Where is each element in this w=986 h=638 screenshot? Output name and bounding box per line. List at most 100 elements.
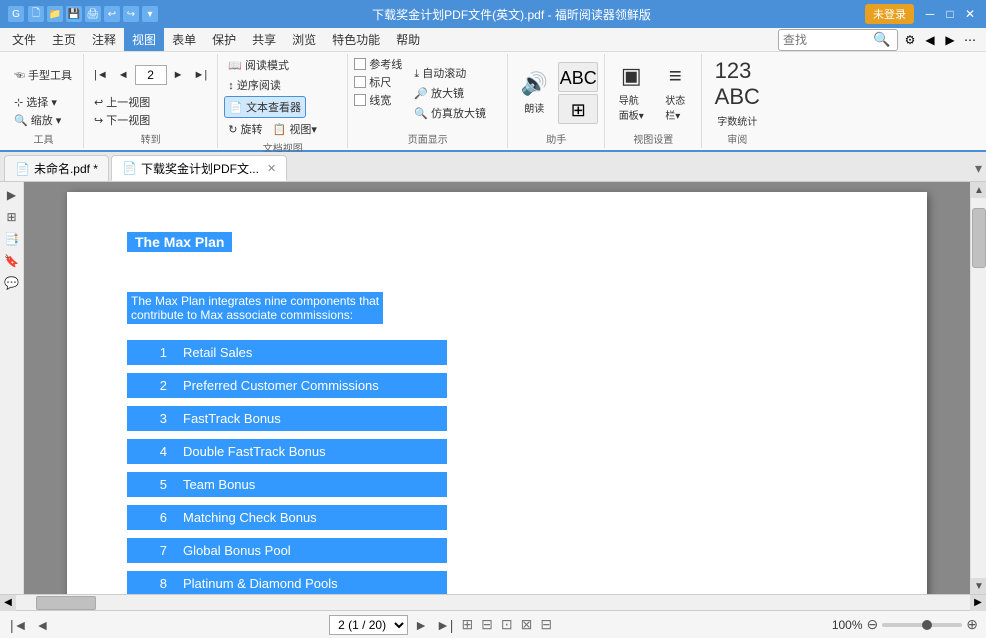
page-number-input[interactable] bbox=[135, 65, 167, 85]
status-copy2-icon[interactable]: ⊟ bbox=[479, 616, 495, 633]
right-scrollbar[interactable]: ▲ ▼ bbox=[970, 182, 986, 594]
menu-browse[interactable]: 浏览 bbox=[284, 28, 324, 51]
fake-zoom-button[interactable]: 🔍 仿真放大镜 bbox=[410, 104, 490, 122]
tab-download[interactable]: 📄 下载奖金计划PDF文... ✕ bbox=[111, 155, 287, 181]
ruler-checkbox[interactable] bbox=[354, 76, 366, 88]
prev-view-button[interactable]: ↩ 上一视图 bbox=[90, 93, 154, 111]
last-page-button[interactable]: ►| bbox=[190, 68, 212, 82]
undo-icon[interactable]: ↩ bbox=[104, 6, 120, 22]
last-page-nav-button[interactable]: ►| bbox=[434, 617, 456, 633]
read-mode-button[interactable]: 📖 阅读模式 bbox=[224, 56, 293, 74]
reverse-read-button[interactable]: ↕ 逆序阅读 bbox=[224, 76, 285, 94]
menu-help[interactable]: 帮助 bbox=[388, 28, 428, 51]
status-fit2-icon[interactable]: ⊠ bbox=[519, 616, 535, 633]
menu-comment[interactable]: 注释 bbox=[84, 28, 124, 51]
nav-back-icon[interactable]: ◀ bbox=[922, 32, 938, 48]
auto-scroll-button[interactable]: ⤓ 自动滚动 bbox=[410, 64, 490, 82]
app-logo[interactable]: G bbox=[8, 6, 24, 22]
new-icon[interactable]: 🗋 bbox=[28, 6, 44, 22]
scroll-right-arrow[interactable]: ▶ bbox=[970, 595, 986, 611]
menu-view[interactable]: 视图 bbox=[124, 28, 164, 51]
first-page-nav-button[interactable]: |◄ bbox=[8, 617, 30, 633]
view-dropdown-button[interactable]: 📋 视图▾ bbox=[269, 120, 321, 138]
hand-tool-button[interactable]: ☜ 手型工具 bbox=[10, 66, 76, 84]
sidebar-nav-icon[interactable]: ▶ bbox=[3, 186, 21, 204]
ruler-label: 标尺 bbox=[369, 74, 391, 90]
save-icon[interactable]: 💾 bbox=[66, 6, 82, 22]
goto-group-label: 转到 bbox=[90, 129, 211, 146]
scroll-left-arrow[interactable]: ◀ bbox=[0, 595, 16, 611]
status-bar-button[interactable]: ≡ 状态栏▾ bbox=[655, 58, 695, 128]
sidebar-layer-icon[interactable]: 📑 bbox=[3, 230, 21, 248]
sidebar-page-icon[interactable]: ⊞ bbox=[3, 208, 21, 226]
prev-page-button[interactable]: ◄ bbox=[114, 68, 133, 82]
tabs-scroll-arrow[interactable]: ▾ bbox=[975, 160, 982, 177]
pdf-viewport[interactable]: The Max Plan The Max Plan integrates nin… bbox=[24, 182, 970, 594]
page-select[interactable]: 2 (1 / 20) bbox=[329, 615, 408, 635]
menu-home[interactable]: 主页 bbox=[44, 28, 84, 51]
rotate-button[interactable]: ↻ 旋转 bbox=[224, 120, 266, 138]
text-viewer-button[interactable]: 📄 文本查看器 bbox=[224, 96, 306, 118]
minimize-button[interactable]: ─ bbox=[922, 6, 938, 22]
maximize-button[interactable]: □ bbox=[942, 6, 958, 22]
status-fit3-icon[interactable]: ⊟ bbox=[538, 616, 554, 633]
word-count-icon: 123ABC bbox=[715, 58, 760, 110]
menu-file[interactable]: 文件 bbox=[4, 28, 44, 51]
status-fit1-icon[interactable]: ⊡ bbox=[499, 616, 515, 633]
pdf-intro-line1: The Max Plan integrates nine components … bbox=[131, 294, 379, 308]
sidebar-bookmark-icon[interactable]: 🔖 bbox=[3, 252, 21, 270]
prev-page-nav-button[interactable]: ◄ bbox=[34, 617, 52, 633]
settings-icon[interactable]: ⚙ bbox=[902, 32, 918, 48]
close-button[interactable]: ✕ bbox=[962, 6, 978, 22]
menu-protect[interactable]: 保护 bbox=[204, 28, 244, 51]
menu-share[interactable]: 共享 bbox=[244, 28, 284, 51]
more-icon[interactable]: ▾ bbox=[142, 6, 158, 22]
menu-form[interactable]: 表单 bbox=[164, 28, 204, 51]
scroll-thumb[interactable] bbox=[972, 208, 986, 268]
menu-features[interactable]: 特色功能 bbox=[324, 28, 388, 51]
select-button[interactable]: ⊹ 选择 ▾ bbox=[10, 93, 61, 111]
window-controls: ─ □ ✕ bbox=[922, 6, 978, 22]
ruler-checkbox-row[interactable]: 标尺 bbox=[354, 74, 402, 90]
linewidth-checkbox[interactable] bbox=[354, 94, 366, 106]
login-button[interactable]: 未登录 bbox=[865, 4, 914, 24]
nav-panel-button[interactable]: ▣ 导航面板▾ bbox=[611, 58, 651, 128]
horizontal-scroll-track[interactable] bbox=[16, 595, 970, 610]
horizontal-scroll-thumb[interactable] bbox=[36, 596, 96, 610]
status-copy1-icon[interactable]: ⊞ bbox=[459, 616, 475, 633]
search-icon[interactable]: 🔍 bbox=[873, 31, 890, 48]
search-box[interactable]: 🔍 bbox=[778, 29, 898, 51]
zoom-thumb[interactable] bbox=[922, 620, 932, 630]
scroll-up-arrow[interactable]: ▲ bbox=[971, 182, 986, 198]
sidebar-comment-icon[interactable]: 💬 bbox=[3, 274, 21, 292]
list-label-5: Team Bonus bbox=[183, 477, 255, 492]
expand-icon[interactable]: ⋯ bbox=[962, 32, 978, 48]
read-aloud-button[interactable]: 🔊 朗读 bbox=[514, 58, 554, 128]
linewidth-checkbox-row[interactable]: 线宽 bbox=[354, 92, 402, 108]
guideline-checkbox-row[interactable]: 参考线 bbox=[354, 56, 402, 72]
tab-unnamed[interactable]: 📄 未命名.pdf * bbox=[4, 155, 109, 181]
zoom-slider[interactable] bbox=[882, 623, 962, 627]
open-icon[interactable]: 📁 bbox=[47, 6, 63, 22]
guideline-checkbox[interactable] bbox=[354, 58, 366, 70]
horizontal-scrollbar[interactable]: ◀ ▶ bbox=[0, 594, 986, 610]
zoom-glass-button[interactable]: 🔎 放大镜 bbox=[410, 84, 490, 102]
zoom-button[interactable]: 🔍 缩放 ▾ bbox=[10, 111, 65, 129]
zoom-in-button[interactable]: ⊕ bbox=[966, 616, 978, 633]
search-input[interactable] bbox=[783, 33, 873, 47]
zoom-out-button[interactable]: ⊖ bbox=[867, 616, 879, 633]
print-icon[interactable]: 🖨 bbox=[85, 6, 101, 22]
ribbon-group-pagedisplay: 参考线 标尺 线宽 ⤓ 自动滚动 🔎 放大镜 🔍 仿真放大镜 页面显示 bbox=[348, 54, 508, 148]
scroll-track[interactable] bbox=[971, 198, 986, 578]
redo-icon[interactable]: ↪ bbox=[123, 6, 139, 22]
status-zoom: 100% ⊖ ⊕ bbox=[832, 616, 978, 633]
scroll-down-arrow[interactable]: ▼ bbox=[971, 578, 986, 594]
word-count-button[interactable]: 123ABC 字数统计 bbox=[710, 58, 765, 128]
tab-close-button[interactable]: ✕ bbox=[267, 162, 276, 175]
first-page-button[interactable]: |◄ bbox=[90, 68, 112, 82]
next-page-button[interactable]: ► bbox=[169, 68, 188, 82]
next-view-button[interactable]: ↪ 下一视图 bbox=[90, 111, 154, 129]
next-page-nav-button[interactable]: ► bbox=[412, 617, 430, 633]
nav-forward-icon[interactable]: ▶ bbox=[942, 32, 958, 48]
guideline-label: 参考线 bbox=[369, 56, 402, 72]
